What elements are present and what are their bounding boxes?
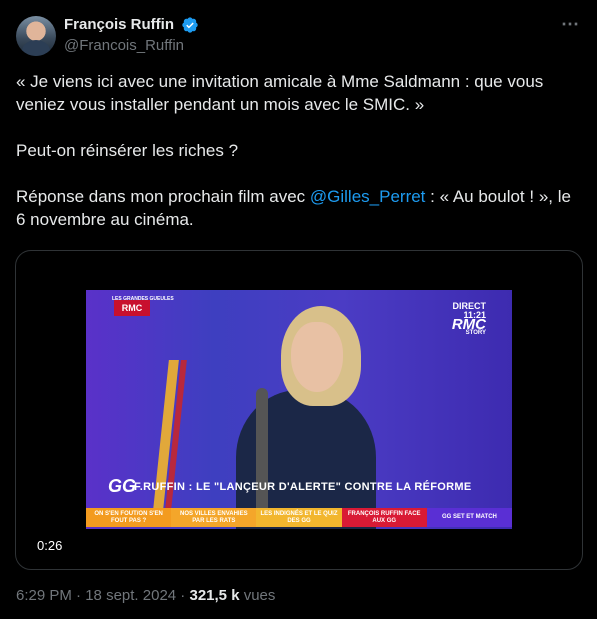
rmc-story-logo: RMC — [451, 316, 486, 333]
tweet-text: « Je viens ici avec une invitation amica… — [16, 70, 581, 231]
microphone — [256, 388, 268, 518]
author-handle[interactable]: @Francois_Ruffin — [64, 37, 184, 54]
ticker-item: LES INDIGNÉS ET LE QUIZ DES GG — [256, 508, 342, 527]
tweet-text-before-mention: Réponse dans mon prochain film avec — [16, 187, 310, 206]
tweet-time[interactable]: 6:29 PM — [16, 587, 72, 604]
more-options-icon[interactable]: ⋯ — [561, 14, 580, 35]
video-player[interactable]: LES GRANDES GUEULES RMC DIRECT 11:21 RMC… — [15, 250, 583, 570]
tweet-line-announcement: Réponse dans mon prochain film avec @Gil… — [16, 185, 581, 231]
video-duration: 0:26 — [31, 536, 69, 555]
rmc-logo-left: LES GRANDES GUEULES RMC — [112, 296, 174, 316]
ticker-item: GG SET ET MATCH — [426, 508, 512, 527]
tweet-line-question: Peut-on réinsérer les riches ? — [16, 141, 239, 160]
tweet-meta: 6:29 PM · 18 sept. 2024 · 321,5 k vues — [16, 587, 275, 604]
ticker-item: ON S'EN FOUT/ON S'EN FOUT PAS ? — [86, 508, 172, 527]
direct-logo: DIRECT 11:21 RMC STORY — [452, 302, 486, 338]
views-count[interactable]: 321,5 k — [189, 587, 239, 604]
tweet-line-quote: « Je viens ici avec une invitation amica… — [16, 72, 544, 114]
author-name[interactable]: François Ruffin — [64, 16, 174, 33]
person-face — [291, 322, 343, 392]
video-banner: F.RUFFIN : LE "LANÇEUR D'ALERTE" CONTRE … — [134, 481, 472, 493]
tweet-date[interactable]: 18 sept. 2024 — [85, 587, 176, 604]
views-label: vues — [239, 587, 276, 604]
video-frame[interactable]: LES GRANDES GUEULES RMC DIRECT 11:21 RMC… — [86, 290, 512, 529]
gg-badge: GG — [108, 476, 137, 496]
meta-separator: · — [71, 587, 86, 604]
gg-show-label: LES GRANDES GUEULES — [112, 296, 174, 302]
ticker-item: NOS VILLES ENVAHIES PAR LES RATS — [171, 508, 257, 527]
mention-link[interactable]: @Gilles_Perret — [310, 187, 426, 206]
author-avatar[interactable] — [16, 16, 56, 56]
meta-separator: · — [176, 587, 190, 604]
ticker-item: FRANÇOIS RUFFIN FACE AUX GG — [341, 508, 427, 527]
video-ticker: ON S'EN FOUT/ON S'EN FOUT PAS ? NOS VILL… — [86, 508, 512, 527]
verified-badge-icon — [182, 17, 198, 33]
